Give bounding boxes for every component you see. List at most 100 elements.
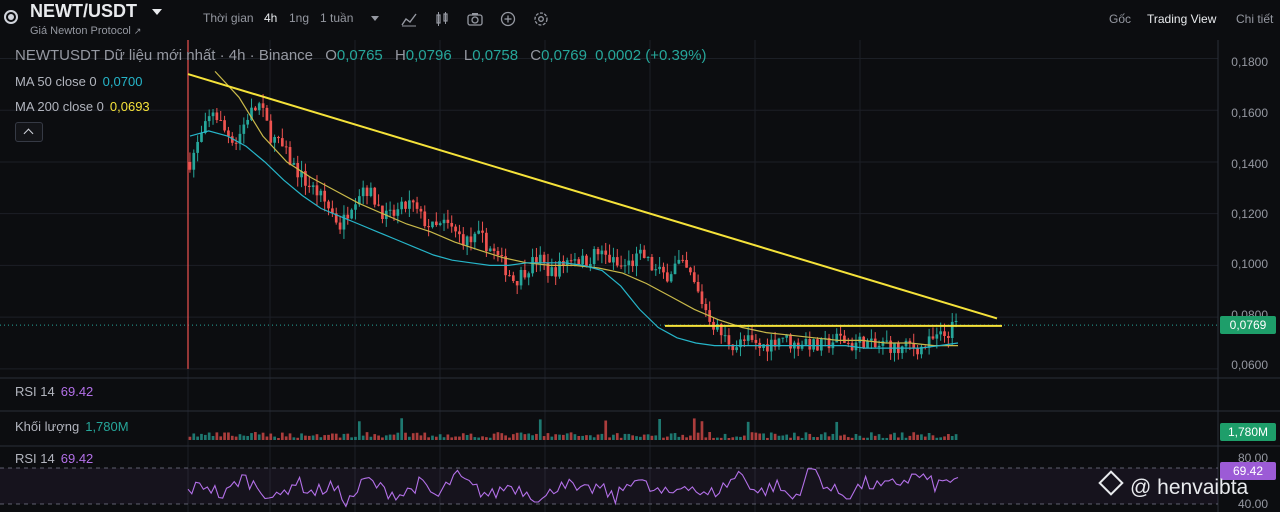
- volume-bar: [411, 433, 415, 440]
- candle-body: [816, 339, 819, 351]
- candle-body: [935, 334, 939, 339]
- candle-body: [927, 336, 931, 348]
- volume-bar: [658, 419, 661, 440]
- user-drawings[interactable]: [187, 73, 1002, 327]
- volume-bar: [927, 432, 931, 440]
- candle-body: [423, 211, 427, 227]
- legend-title: NEWTUSDT Dữ liệu mới nhất · 4h · Binance: [15, 47, 314, 64]
- candle-body: [488, 248, 492, 252]
- candle-body: [277, 137, 280, 139]
- volume-bar: [304, 435, 307, 440]
- volume-bar: [943, 436, 946, 440]
- volume-bar: [592, 437, 596, 440]
- volume-bars: [188, 418, 958, 440]
- candle-body: [531, 257, 534, 274]
- price-chart[interactable]: [0, 0, 1280, 512]
- candle-body: [438, 223, 442, 226]
- volume-pane-label: Khối lượng 1,780M: [15, 419, 129, 434]
- moving-averages: [189, 70, 959, 349]
- volume-bar: [923, 436, 927, 440]
- candle-body: [692, 272, 696, 282]
- ma200-legend[interactable]: MA 200 close 0 0,0693: [15, 99, 150, 114]
- price-tick-0180: 0,1800: [1231, 55, 1268, 69]
- candle-body: [846, 342, 850, 344]
- volume-bar: [315, 434, 319, 440]
- volume-bar: [939, 437, 943, 440]
- volume-bar: [350, 437, 353, 440]
- volume-bar: [203, 434, 207, 440]
- candle-body: [215, 112, 219, 121]
- candle-body: [354, 204, 357, 210]
- volume-bar: [912, 432, 916, 440]
- volume-bar: [257, 434, 261, 440]
- candle-body: [242, 124, 246, 134]
- candle-body: [477, 230, 481, 234]
- candle-body: [608, 254, 611, 263]
- volume-bar: [931, 435, 935, 440]
- volume-bar: [465, 434, 469, 440]
- candle-body: [677, 259, 681, 264]
- volume-bar: [446, 434, 450, 440]
- candle-body: [265, 107, 269, 121]
- volume-bar: [904, 437, 908, 440]
- candle-body: [639, 249, 642, 254]
- legend-close: 0,0769: [541, 47, 587, 64]
- candle-body: [361, 187, 365, 197]
- candle-body: [454, 226, 457, 232]
- volume-bar: [327, 434, 330, 440]
- candle-body: [223, 120, 226, 131]
- candle-body: [446, 219, 450, 223]
- candle-body: [431, 221, 434, 228]
- candle-body: [327, 201, 330, 209]
- candle-body: [689, 267, 692, 273]
- volume-bar: [488, 437, 492, 440]
- volume-bar: [550, 436, 554, 440]
- volume-bar: [585, 435, 588, 440]
- price-tick-0060: 0,0600: [1231, 358, 1268, 372]
- volume-bar: [450, 437, 454, 440]
- volume-bar: [827, 436, 831, 440]
- candle-body: [392, 209, 396, 216]
- collapse-legend-button[interactable]: [15, 122, 43, 142]
- volume-bar: [227, 432, 230, 440]
- binance-square-icon: [1098, 470, 1124, 496]
- volume-bar: [804, 432, 808, 440]
- volume-bar: [219, 436, 223, 440]
- volume-bar: [292, 437, 296, 440]
- candle-body: [812, 339, 815, 350]
- volume-bar: [789, 437, 792, 440]
- candle-body: [573, 259, 577, 261]
- volume-bar: [542, 436, 546, 440]
- volume-bar: [381, 437, 384, 440]
- candle-body: [577, 259, 581, 265]
- candle-body: [527, 273, 531, 278]
- volume-bar: [769, 432, 773, 440]
- candle-body: [947, 335, 950, 338]
- volume-bar: [812, 437, 815, 440]
- ma50-legend[interactable]: MA 50 close 0 0,0700: [15, 74, 142, 89]
- rsi-top-pane-label: RSI 14 69.42: [15, 384, 94, 399]
- volume-bar: [211, 436, 215, 440]
- candle-body: [931, 336, 935, 339]
- volume-bar: [816, 437, 819, 440]
- volume-bar: [342, 433, 346, 440]
- volume-bar: [365, 432, 369, 440]
- volume-bar: [527, 433, 531, 440]
- volume-bar: [800, 437, 804, 440]
- candle-body: [870, 338, 873, 341]
- volume-bar: [893, 432, 896, 440]
- volume-bar: [357, 421, 361, 440]
- volume-bar: [750, 432, 754, 440]
- volume-bar: [665, 436, 669, 440]
- volume-bar: [954, 434, 958, 440]
- candle-body: [700, 291, 704, 305]
- volume-bar: [754, 432, 758, 440]
- candle-body: [746, 335, 750, 341]
- candle-body: [442, 219, 446, 224]
- candle-body: [269, 120, 273, 143]
- candle-body: [685, 259, 688, 268]
- volume-bar: [242, 435, 246, 440]
- volume-bar: [523, 434, 527, 440]
- volume-bar: [877, 434, 881, 440]
- volume-bar: [323, 435, 327, 440]
